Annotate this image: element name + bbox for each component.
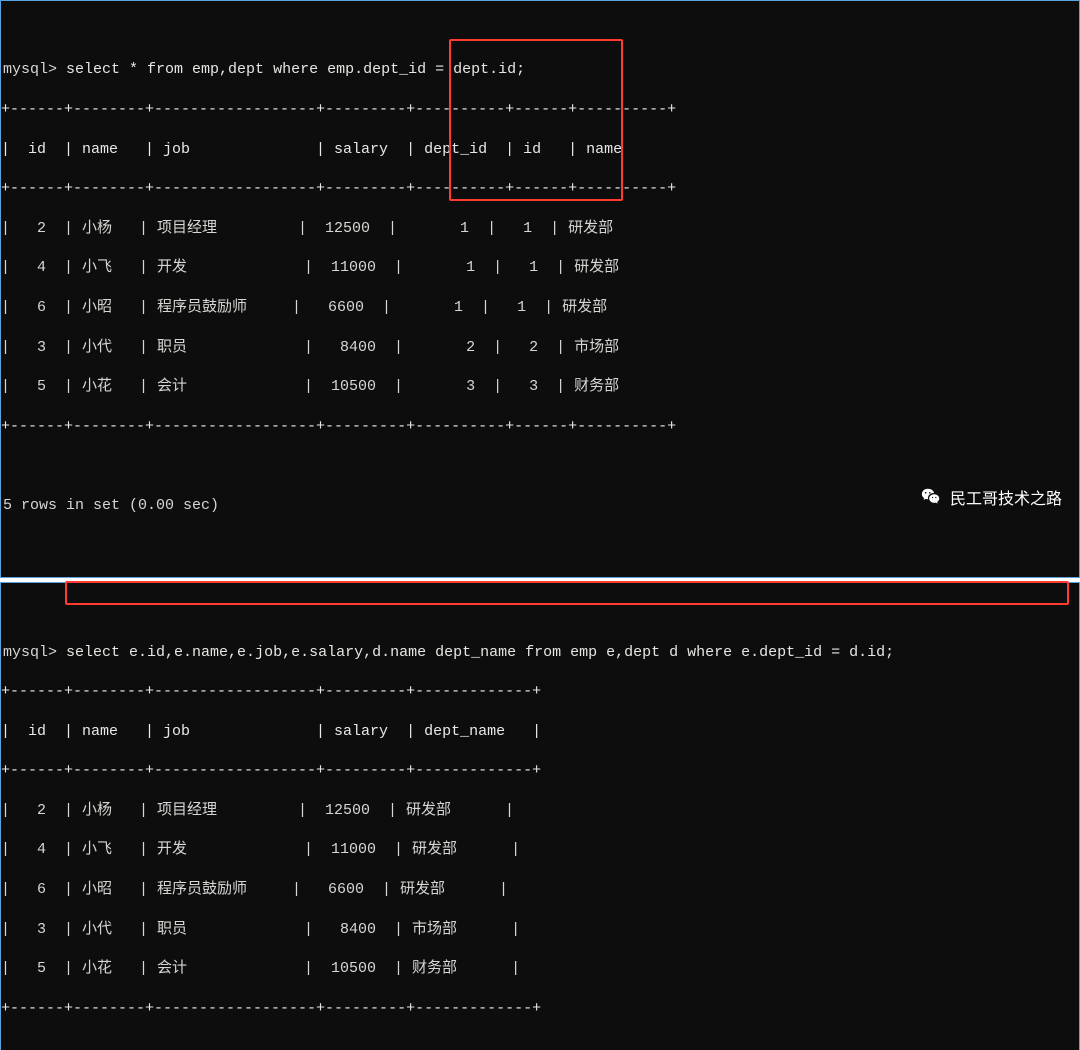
table2-row: | 5 | 小花 | 会计 | 10500 | 财务部 |	[1, 959, 1073, 979]
watermark: 民工哥技术之路	[920, 485, 1062, 509]
table1-border-mid: +------+--------+------------------+----…	[1, 179, 1073, 199]
sql-query-2: select e.id,e.name,e.job,e.salary,d.name…	[66, 644, 894, 661]
table1-row: | 5 | 小花 | 会计 | 10500 | 3 | 3 | 财务部	[1, 377, 1073, 397]
table2-row: | 2 | 小杨 | 项目经理 | 12500 | 研发部 |	[1, 801, 1073, 821]
highlight-query-box	[65, 581, 1069, 605]
table1-border-top: +------+--------+------------------+----…	[1, 100, 1073, 120]
mysql-prompt: mysql>	[3, 644, 57, 661]
table1-row: | 2 | 小杨 | 项目经理 | 12500 | 1 | 1 | 研发部	[1, 219, 1073, 239]
terminal-block-1: mysql> select * from emp,dept where emp.…	[0, 0, 1080, 578]
terminal-block-2: mysql> select e.id,e.name,e.job,e.salary…	[0, 582, 1080, 1050]
table2-border-bot: +------+--------+------------------+----…	[1, 999, 1073, 1019]
table1-border-bot: +------+--------+------------------+----…	[1, 417, 1073, 437]
table2-header: | id | name | job | salary | dept_name |	[1, 722, 1073, 742]
table2-border-mid: +------+--------+------------------+----…	[1, 761, 1073, 781]
table1-row: | 3 | 小代 | 职员 | 8400 | 2 | 2 | 市场部	[1, 338, 1073, 358]
wechat-icon	[920, 486, 942, 508]
table2-row: | 3 | 小代 | 职员 | 8400 | 市场部 |	[1, 920, 1073, 940]
table2-row: | 6 | 小昭 | 程序员鼓励师 | 6600 | 研发部 |	[1, 880, 1073, 900]
mysql-prompt: mysql>	[3, 61, 57, 78]
table1-header: | id | name | job | salary | dept_id | i…	[1, 140, 1073, 160]
status-line-1: 5 rows in set (0.00 sec)	[1, 496, 1073, 516]
watermark-text: 民工哥技术之路	[950, 485, 1062, 509]
prompt-line-1[interactable]: mysql> select * from emp,dept where emp.…	[1, 41, 1073, 81]
table2-row: | 4 | 小飞 | 开发 | 11000 | 研发部 |	[1, 840, 1073, 860]
table1-row: | 6 | 小昭 | 程序员鼓励师 | 6600 | 1 | 1 | 研发部	[1, 298, 1073, 318]
table2-border-top: +------+--------+------------------+----…	[1, 682, 1073, 702]
table1-row: | 4 | 小飞 | 开发 | 11000 | 1 | 1 | 研发部	[1, 258, 1073, 278]
prompt-line-2[interactable]: mysql> select e.id,e.name,e.job,e.salary…	[1, 623, 1073, 663]
sql-query-1: select * from emp,dept where emp.dept_id…	[66, 61, 525, 78]
